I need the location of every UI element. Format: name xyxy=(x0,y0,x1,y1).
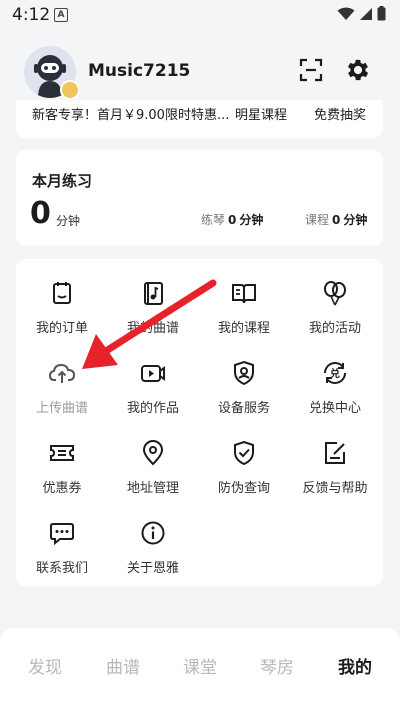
menu-label: 关于恩雅 xyxy=(126,561,179,576)
cloud-upload-icon xyxy=(48,363,76,383)
practice-course-stat: 课程 0 分钟 xyxy=(305,211,367,228)
menu-label: 防伪查询 xyxy=(217,481,270,496)
menu-label: 设备服务 xyxy=(217,401,270,416)
menu-item-feedback[interactable]: 反馈与帮助 xyxy=(295,439,375,507)
menu-item-device-service[interactable]: 设备服务 xyxy=(204,359,284,427)
menu-label: 我的活动 xyxy=(308,321,361,336)
menu-label: 我的订单 xyxy=(35,321,88,336)
menu-label: 我的作品 xyxy=(126,401,179,416)
menu-label: 上传曲谱 xyxy=(35,401,88,416)
menu-item-exchange-center[interactable]: 兑 兑换中心 xyxy=(295,359,375,427)
practice-total-value: 0 xyxy=(30,196,51,231)
menu-item-my-scores[interactable]: 我的曲谱 xyxy=(113,279,193,347)
tab-scores[interactable]: 曲谱 xyxy=(106,653,140,678)
menu-item-coupons[interactable]: 优惠券 xyxy=(22,439,102,507)
settings-gear-icon[interactable] xyxy=(344,56,372,84)
profile-header: Music7215 xyxy=(0,30,400,108)
practice-course-unit: 分钟 xyxy=(343,213,368,227)
menu-item-my-courses[interactable]: 我的课程 xyxy=(204,279,284,347)
practice-course-value: 0 xyxy=(332,213,341,227)
vip-badge-icon xyxy=(60,80,80,100)
tab-mine[interactable]: 我的 xyxy=(338,653,372,678)
username: Music7215 xyxy=(88,61,191,81)
status-time: 4:12 xyxy=(12,5,51,25)
practice-total-unit: 分钟 xyxy=(56,214,81,228)
menu-label: 我的课程 xyxy=(217,321,270,336)
battery-icon xyxy=(377,6,386,21)
practice-piano-label: 练琴 xyxy=(201,213,226,227)
promo-free-lottery[interactable]: 免费抽奖 xyxy=(314,104,366,123)
balloons-icon xyxy=(324,281,346,306)
notification-icon: A xyxy=(54,8,68,22)
tab-piano-room[interactable]: 琴房 xyxy=(260,653,294,678)
video-play-icon xyxy=(141,365,165,382)
chat-bubble-icon xyxy=(50,523,74,546)
promo-strip: 新客专享！首月￥9.00限时特惠... 明星课程 免费抽奖 xyxy=(16,100,383,138)
open-book-icon xyxy=(232,284,256,304)
practice-piano-unit: 分钟 xyxy=(239,213,264,227)
status-icons xyxy=(337,6,386,21)
music-score-icon xyxy=(144,282,163,305)
location-pin-icon xyxy=(142,440,164,466)
menu-label: 联系我们 xyxy=(35,561,88,576)
menu-item-my-works[interactable]: 我的作品 xyxy=(113,359,193,427)
exchange-icon: 兑 xyxy=(324,362,346,384)
menu-item-about[interactable]: 关于恩雅 xyxy=(113,519,193,587)
coupon-icon xyxy=(50,445,74,461)
menu-item-address[interactable]: 地址管理 xyxy=(113,439,193,507)
practice-title: 本月练习 xyxy=(32,172,93,190)
svg-text:兑: 兑 xyxy=(330,367,340,380)
tab-classroom[interactable]: 课堂 xyxy=(183,653,217,678)
status-bar: 4:12 A xyxy=(0,0,400,30)
practice-piano-value: 0 xyxy=(228,213,237,227)
menu-label: 我的曲谱 xyxy=(126,321,179,336)
signal-icon xyxy=(360,7,372,20)
menu-item-contact-us[interactable]: 联系我们 xyxy=(22,519,102,587)
menu-label: 地址管理 xyxy=(126,481,179,496)
order-clipboard-icon xyxy=(53,282,71,304)
menu-item-my-orders[interactable]: 我的订单 xyxy=(22,279,102,347)
device-shield-icon xyxy=(234,360,254,386)
shield-check-icon xyxy=(234,440,254,466)
promo-new-user[interactable]: 新客专享！首月￥9.00限时特惠... xyxy=(32,104,229,123)
menu-label: 优惠券 xyxy=(42,481,82,496)
practice-card[interactable]: 本月练习 0 分钟 练琴 0 分钟 课程 0 分钟 xyxy=(16,150,383,246)
menu-item-upload-score[interactable]: 上传曲谱 xyxy=(22,359,102,427)
bottom-tab-bar: 发现 曲谱 课堂 琴房 我的 xyxy=(0,628,400,710)
menu-label: 兑换中心 xyxy=(308,401,361,416)
practice-piano-stat: 练琴 0 分钟 xyxy=(201,211,263,228)
info-circle-icon xyxy=(141,521,165,545)
promo-star-courses[interactable]: 明星课程 xyxy=(235,104,287,123)
menu-item-my-activities[interactable]: 我的活动 xyxy=(295,279,375,347)
wifi-icon xyxy=(337,7,355,20)
menu-grid: 我的订单 我的曲谱 我的课程 我的活动 上传曲谱 我的作品 设备服务 兑 兑换中… xyxy=(16,259,383,586)
practice-course-label: 课程 xyxy=(305,213,330,227)
scan-icon[interactable] xyxy=(298,57,324,83)
menu-label: 反馈与帮助 xyxy=(302,481,368,496)
menu-item-anti-counterfeit[interactable]: 防伪查询 xyxy=(204,439,284,507)
tab-discover[interactable]: 发现 xyxy=(28,653,62,678)
feedback-edit-icon xyxy=(325,442,345,464)
